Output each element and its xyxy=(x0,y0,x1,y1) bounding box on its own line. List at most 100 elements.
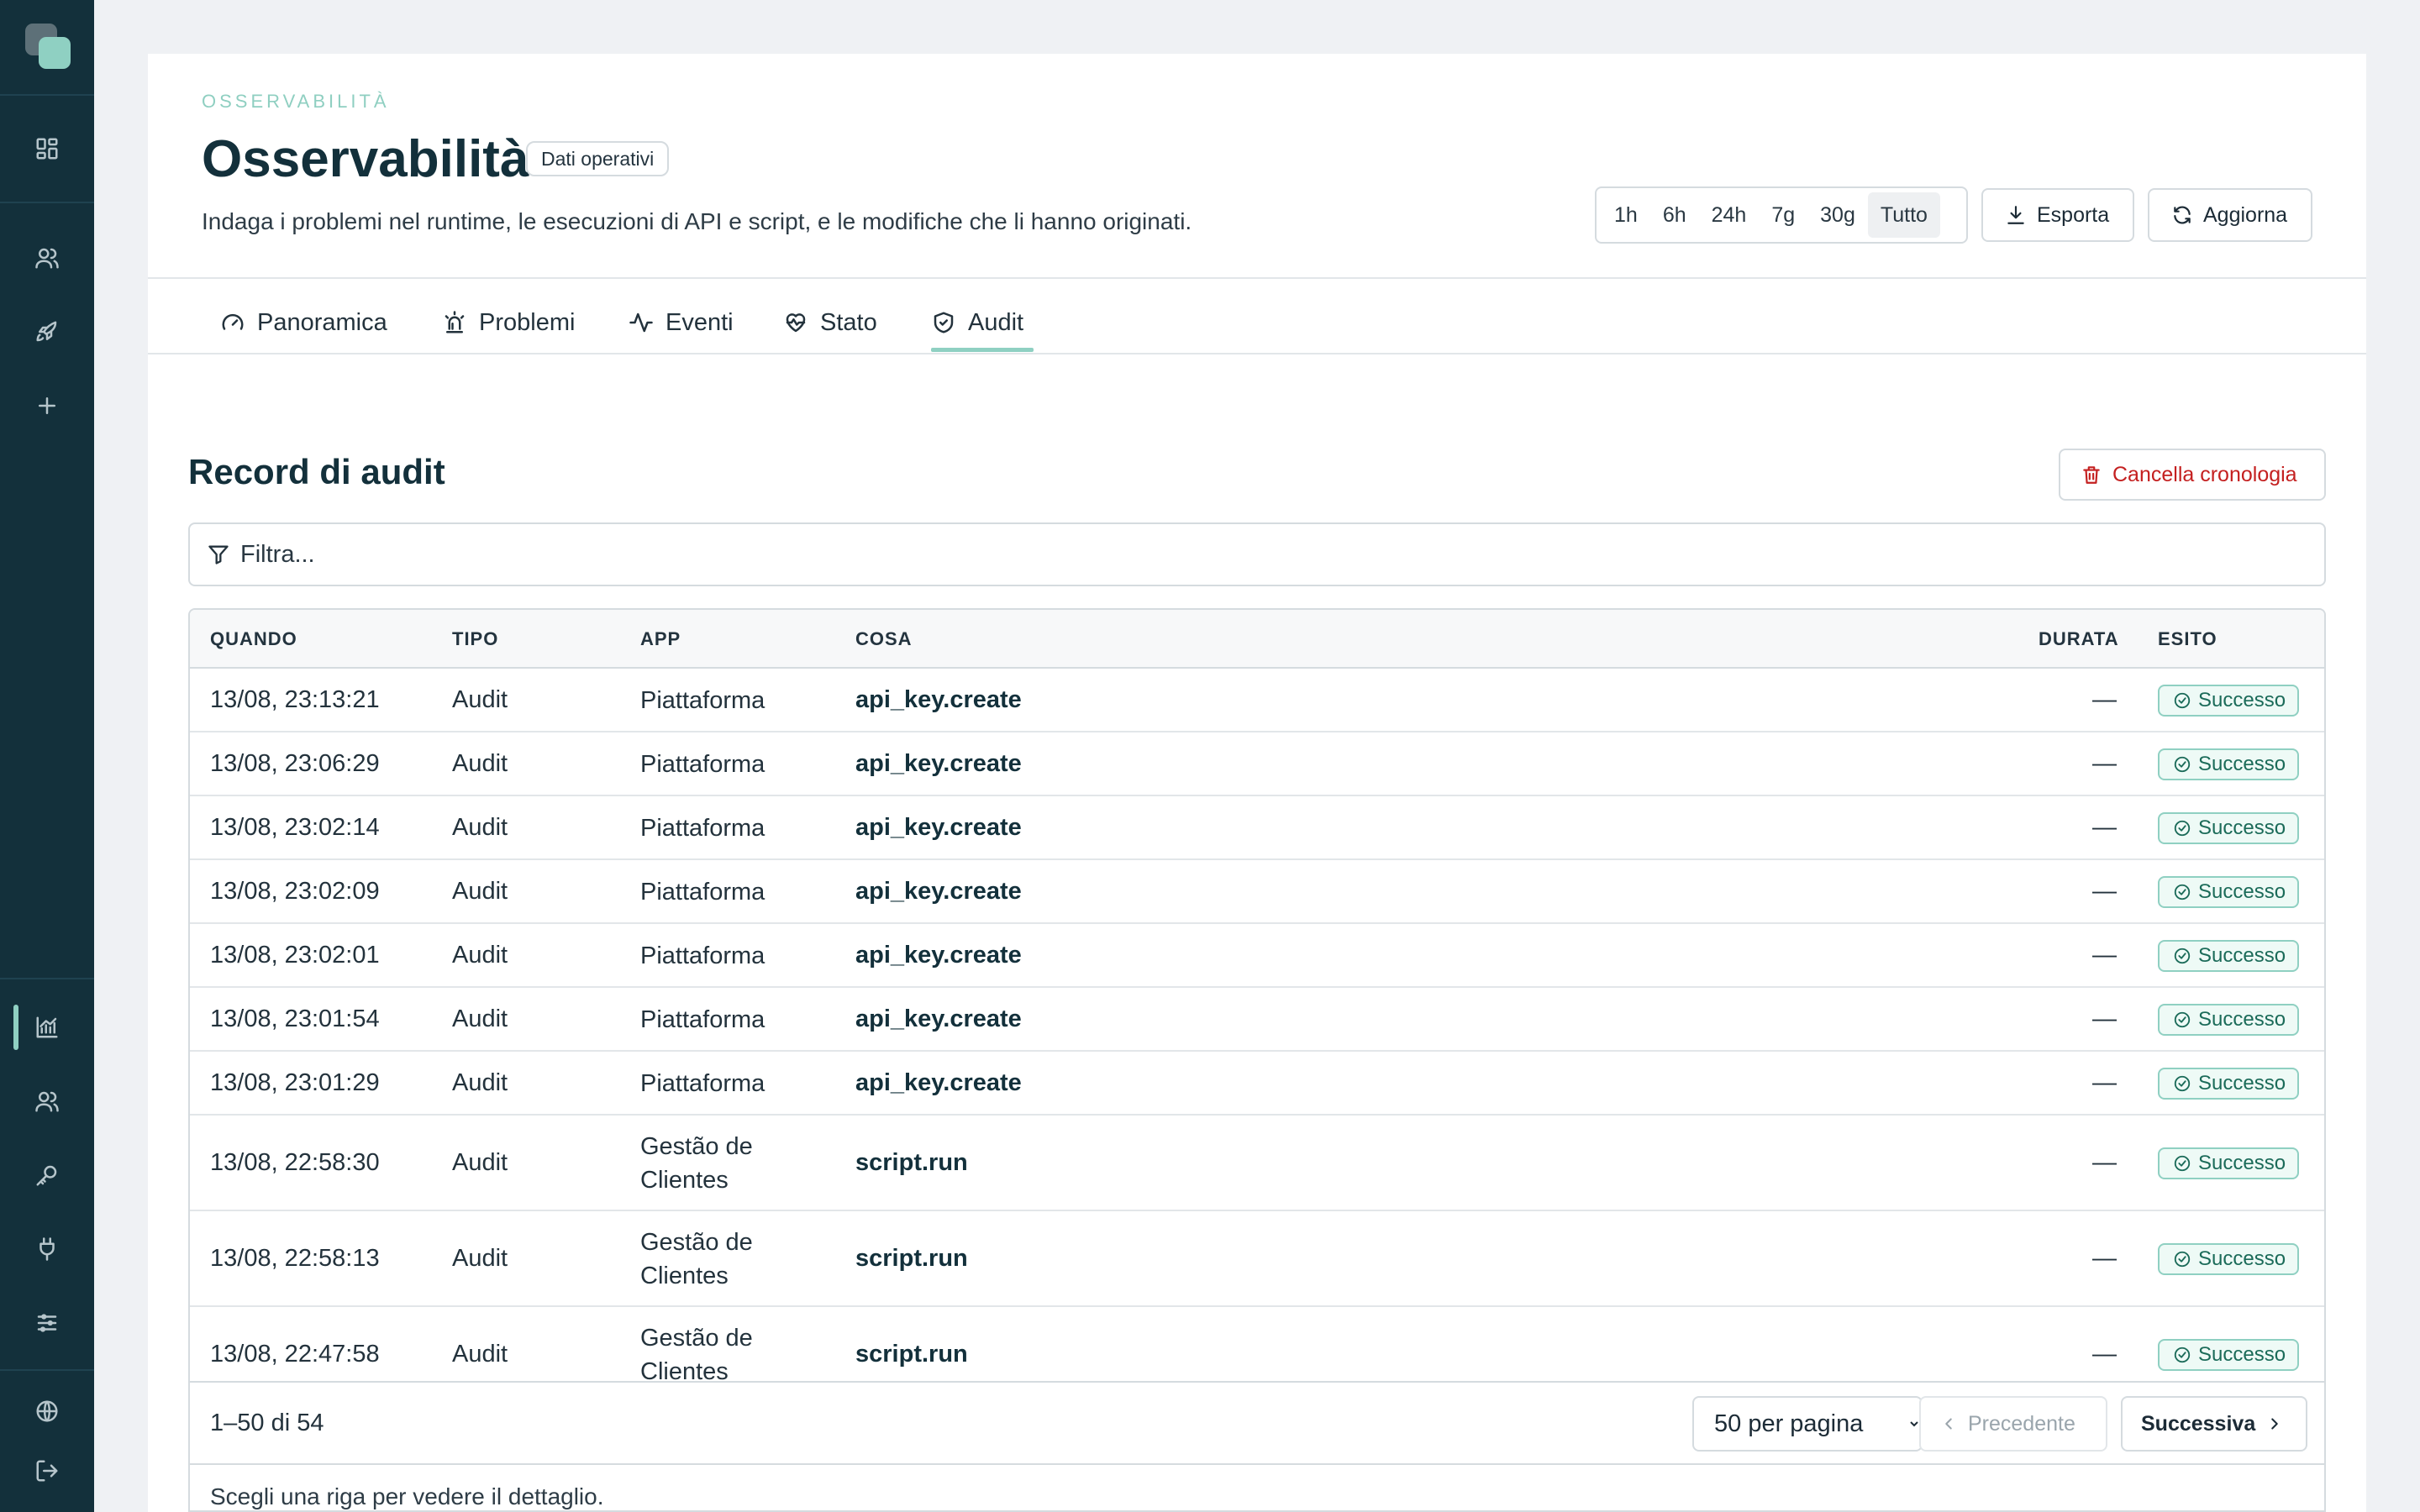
table-header: QUANDO TIPO APP COSA DURATA ESITO xyxy=(190,610,2324,669)
sidebar-divider xyxy=(0,1369,94,1371)
cell-app: Gestão de Clientes xyxy=(640,1229,753,1289)
column-header-type[interactable]: TIPO xyxy=(452,610,498,669)
table-row[interactable]: 13/08, 23:06:29 Audit Piattaforma api_key.c… xyxy=(190,732,2324,796)
cell-when: 13/08, 23:02:09 xyxy=(210,878,380,905)
column-header-when[interactable]: QUANDO xyxy=(210,610,297,669)
table-row[interactable]: 13/08, 23:13:21 Audit Piattaforma api_key.c… xyxy=(190,669,2324,732)
status-badge: Successo xyxy=(2158,1004,2300,1036)
plug-icon[interactable] xyxy=(30,1232,64,1266)
range-24h[interactable]: 24h xyxy=(1699,192,1760,238)
tab-eventi[interactable]: Eventi xyxy=(629,297,734,348)
gauge-icon xyxy=(222,313,244,330)
cell-what: api_key.create xyxy=(855,686,1022,713)
tab-stato[interactable]: Stato xyxy=(783,297,877,348)
column-header-outcome[interactable]: ESITO xyxy=(2158,610,2217,669)
tab-panoramica[interactable]: Panoramica xyxy=(220,297,387,348)
shield-check-icon xyxy=(934,312,954,333)
cell-app: Piattaforma xyxy=(640,942,765,969)
globe-icon[interactable] xyxy=(30,1394,64,1428)
cell-what: api_key.create xyxy=(855,878,1022,905)
status-badge: Successo xyxy=(2158,1068,2300,1100)
table-row[interactable]: 13/08, 23:02:09 Audit Piattaforma api_key.c… xyxy=(190,860,2324,924)
table-row[interactable]: 13/08, 22:58:30 Audit Gestão de Clientes sc… xyxy=(190,1116,2324,1211)
sidebar-divider xyxy=(0,94,94,96)
app-logo[interactable] xyxy=(25,24,71,69)
table-row[interactable]: 13/08, 23:02:01 Audit Piattaforma api_key.c… xyxy=(190,924,2324,988)
status-label: Successo xyxy=(2198,1008,2286,1031)
detail-hint: Scegli una riga per vedere il dettaglio. xyxy=(210,1483,604,1509)
status-badge: Dati operativi xyxy=(526,141,670,176)
check-circle-icon xyxy=(2174,692,2191,709)
status-badge: Successo xyxy=(2158,1147,2300,1179)
tab-label: Stato xyxy=(820,308,877,336)
logout-icon[interactable] xyxy=(30,1454,64,1488)
column-header-what[interactable]: COSA xyxy=(855,610,913,669)
status-badge: Successo xyxy=(2158,748,2300,780)
range-1h[interactable]: 1h xyxy=(1602,192,1650,238)
tab-audit[interactable]: Audit xyxy=(931,297,1023,348)
table-row[interactable]: 13/08, 23:01:54 Audit Piattaforma api_key.c… xyxy=(190,988,2324,1052)
next-label: Successiva xyxy=(2141,1411,2256,1436)
check-circle-icon xyxy=(2174,756,2191,773)
range-6h[interactable]: 6h xyxy=(1650,192,1699,238)
cell-app: Piattaforma xyxy=(640,815,765,842)
per-page-select[interactable]: 50 per pagina xyxy=(1692,1396,1923,1452)
range-30g[interactable]: 30g xyxy=(1807,192,1868,238)
next-page-button[interactable]: Successiva xyxy=(2121,1396,2307,1452)
table-row[interactable]: 13/08, 22:58:13 Audit Gestão de Clientes sc… xyxy=(190,1211,2324,1307)
filter-input[interactable] xyxy=(240,540,2257,569)
tab-problemi[interactable]: Problemi xyxy=(442,297,575,348)
status-badge: Successo xyxy=(2158,685,2300,717)
cell-when: 13/08, 23:06:29 xyxy=(210,750,380,777)
cell-duration: — xyxy=(2092,750,2117,777)
chart-icon[interactable] xyxy=(30,1011,64,1044)
cell-when: 13/08, 22:58:30 xyxy=(210,1149,380,1176)
cell-duration: — xyxy=(2092,1341,2117,1368)
table-row[interactable]: 13/08, 23:01:29 Audit Piattaforma api_key.c… xyxy=(190,1052,2324,1116)
table-body: 13/08, 23:13:21 Audit Piattaforma api_key.c… xyxy=(190,669,2324,1381)
sidebar-active-indicator xyxy=(13,1005,18,1050)
cell-app: Piattaforma xyxy=(640,751,765,778)
plus-icon[interactable] xyxy=(30,389,64,423)
status-label: Successo xyxy=(2198,944,2286,967)
sidebar xyxy=(0,0,94,1512)
download-icon xyxy=(2007,206,2024,224)
clear-history-label: Cancella cronologia xyxy=(2112,462,2297,486)
cell-what: api_key.create xyxy=(855,814,1022,841)
cell-type: Audit xyxy=(452,814,508,841)
cell-when: 13/08, 23:13:21 xyxy=(210,686,380,713)
clear-history-button[interactable]: Cancella cronologia xyxy=(2059,449,2326,501)
cell-type: Audit xyxy=(452,686,508,713)
previous-label: Precedente xyxy=(1968,1411,2075,1436)
status-badge: Successo xyxy=(2158,1243,2300,1275)
users-icon[interactable] xyxy=(30,241,64,275)
range-7g[interactable]: 7g xyxy=(1759,192,1807,238)
rocket-icon[interactable] xyxy=(30,315,64,349)
table-row[interactable]: 13/08, 23:02:14 Audit Piattaforma api_key.c… xyxy=(190,796,2324,860)
cell-what: script.run xyxy=(855,1341,968,1368)
heart-pulse-icon xyxy=(786,313,806,333)
export-button[interactable]: Esporta xyxy=(1981,188,2134,242)
column-header-app[interactable]: APP xyxy=(640,610,681,669)
check-circle-icon xyxy=(2174,1347,2191,1363)
team-icon[interactable] xyxy=(30,1084,64,1118)
column-header-duration[interactable]: DURATA xyxy=(2039,610,2119,669)
dashboard-icon[interactable] xyxy=(30,132,64,165)
cell-what: api_key.create xyxy=(855,1069,1022,1096)
status-label: Successo xyxy=(2198,689,2286,711)
range-all[interactable]: Tutto xyxy=(1867,192,1940,238)
section-title: Record di audit xyxy=(188,452,445,491)
audit-table: QUANDO TIPO APP COSA DURATA ESITO 13/08,… xyxy=(188,608,2326,1512)
refresh-icon xyxy=(2174,206,2191,224)
previous-page-button[interactable]: Precedente xyxy=(1919,1396,2107,1452)
key-icon[interactable] xyxy=(30,1158,64,1192)
cell-type: Audit xyxy=(452,1341,508,1368)
table-row[interactable]: 13/08, 22:47:58 Audit Gestão de Clientes sc… xyxy=(190,1307,2324,1381)
tab-label: Panoramica xyxy=(257,308,387,336)
cell-when: 13/08, 23:01:54 xyxy=(210,1005,380,1032)
refresh-button[interactable]: Aggiorna xyxy=(2148,188,2312,242)
activity-icon xyxy=(629,312,653,333)
sliders-icon[interactable] xyxy=(30,1306,64,1340)
check-circle-icon xyxy=(2174,1251,2191,1268)
cell-duration: — xyxy=(2092,1069,2117,1096)
